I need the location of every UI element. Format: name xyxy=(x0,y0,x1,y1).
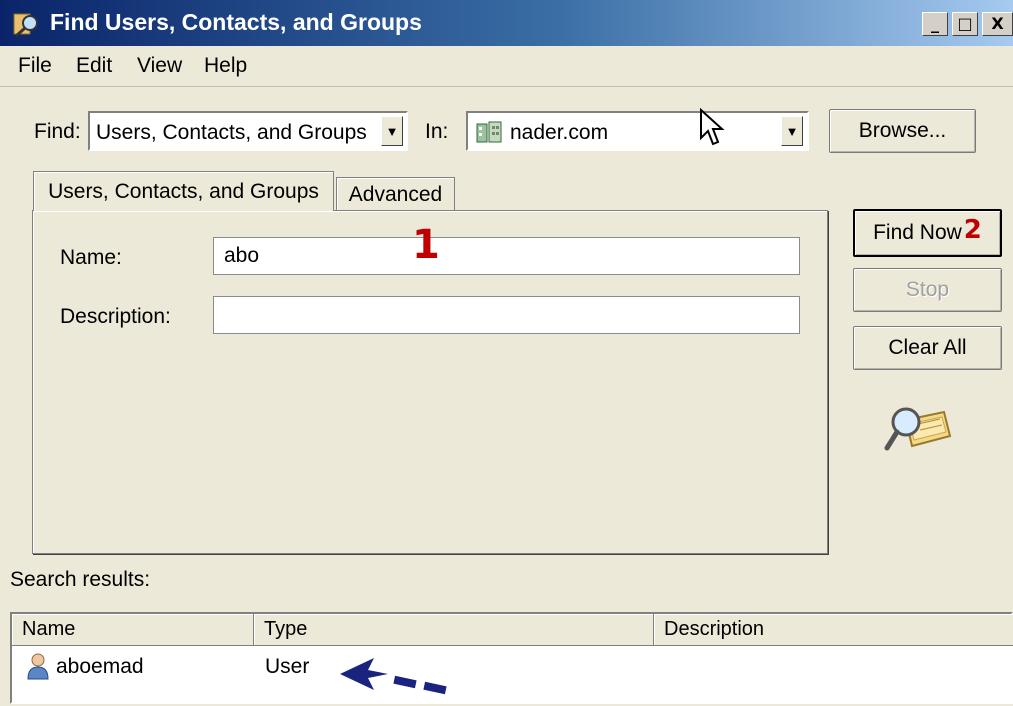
clear-all-button[interactable]: Clear All xyxy=(853,326,1002,370)
menu-view[interactable]: View xyxy=(137,54,182,78)
name-label: Name: xyxy=(60,246,122,269)
arrow-left-icon xyxy=(336,654,450,706)
browse-button[interactable]: Browse... xyxy=(829,109,976,153)
menu-edit[interactable]: Edit xyxy=(76,54,112,78)
name-input[interactable]: abo xyxy=(213,237,800,275)
minimize-button[interactable]: _ xyxy=(922,12,948,36)
description-input[interactable] xyxy=(213,296,800,334)
tab-users-contacts-groups[interactable]: Users, Contacts, and Groups xyxy=(33,171,334,211)
in-location-select[interactable]: nader.com ▼ xyxy=(466,111,809,151)
find-label: Find: xyxy=(34,120,81,143)
annotation-number-2: 2 xyxy=(963,215,982,245)
window-title: Find Users, Contacts, and Groups xyxy=(50,9,422,35)
find-now-button[interactable]: Find Now 2 xyxy=(853,209,1002,257)
result-type: User xyxy=(265,655,310,678)
search-results-label: Search results: xyxy=(10,568,151,591)
domain-icon xyxy=(475,120,503,150)
annotation-number-1: 1 xyxy=(412,222,440,268)
maximize-button[interactable]: □ xyxy=(952,12,978,36)
user-icon xyxy=(26,652,50,686)
find-now-label: Find Now xyxy=(873,221,962,244)
result-name[interactable]: aboemad xyxy=(56,655,144,679)
in-location-value: nader.com xyxy=(510,121,609,144)
find-type-select[interactable]: Users, Contacts, and Groups ▼ xyxy=(88,111,408,151)
column-header-name[interactable]: Name xyxy=(12,614,254,646)
description-label: Description: xyxy=(60,305,171,328)
cursor-arrow-icon xyxy=(699,107,725,154)
column-header-type[interactable]: Type xyxy=(254,614,654,646)
tab-advanced[interactable]: Advanced xyxy=(336,177,455,211)
find-type-value: Users, Contacts, and Groups xyxy=(96,121,367,144)
stop-button[interactable]: Stop xyxy=(853,268,1002,312)
chevron-down-icon[interactable]: ▼ xyxy=(381,116,403,146)
chevron-down-icon[interactable]: ▼ xyxy=(781,116,803,146)
search-folder-icon xyxy=(884,402,954,462)
menu-help[interactable]: Help xyxy=(204,54,247,78)
menu-file[interactable]: File xyxy=(18,54,52,78)
close-button[interactable]: X xyxy=(982,12,1013,36)
column-header-description[interactable]: Description xyxy=(654,614,1013,646)
find-people-icon xyxy=(12,10,42,38)
in-label: In: xyxy=(425,120,449,143)
